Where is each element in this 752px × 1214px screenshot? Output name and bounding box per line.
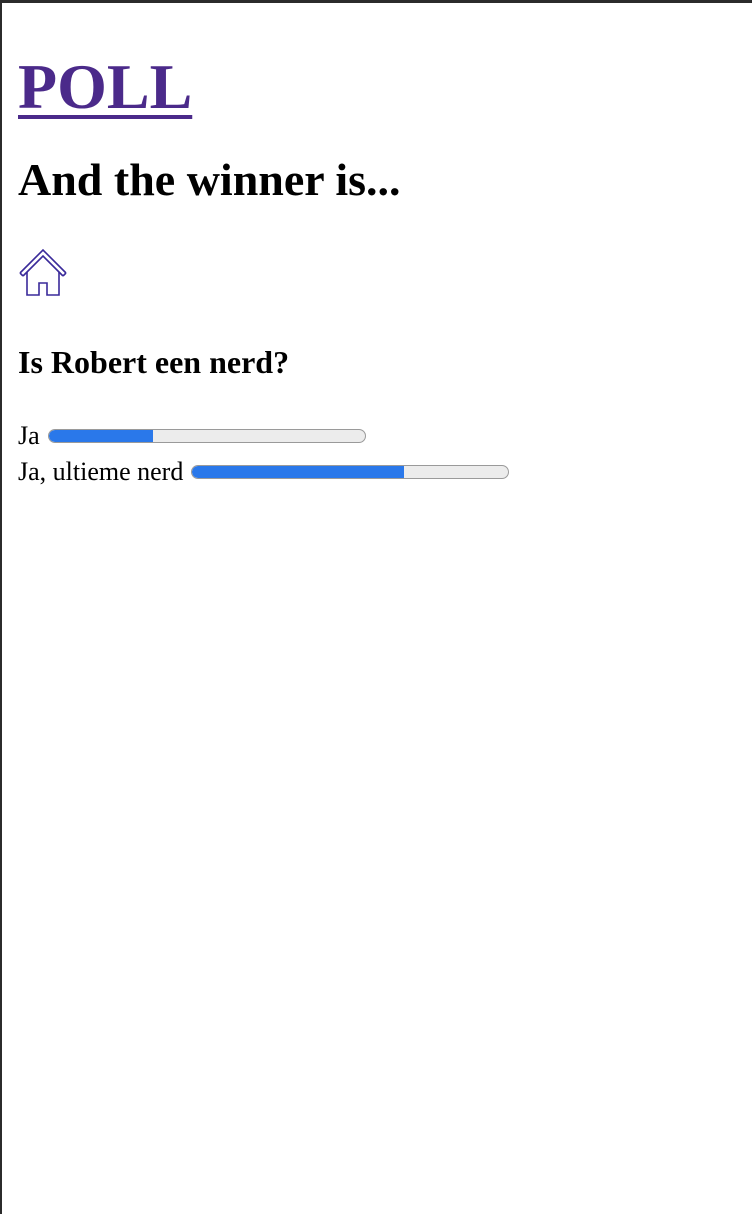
page-headline: And the winner is... xyxy=(18,154,401,205)
result-progress-fill xyxy=(192,466,405,478)
poll-question: Is Robert een nerd? xyxy=(18,344,290,380)
site-title: POLL xyxy=(18,50,752,124)
result-label: Ja xyxy=(18,421,40,450)
result-progress-bar xyxy=(47,429,366,443)
result-row: Ja, ultieme nerd xyxy=(18,454,752,490)
result-progress-fill xyxy=(48,430,153,442)
site-title-link[interactable]: POLL xyxy=(18,51,192,122)
home-icon[interactable] xyxy=(18,247,68,297)
result-label: Ja, ultieme nerd xyxy=(18,457,184,486)
result-progress-bar xyxy=(191,465,510,479)
poll-results: Ja Ja, ultieme nerd xyxy=(18,418,752,490)
page: POLL And the winner is... Is Robert een … xyxy=(2,50,752,490)
result-row: Ja xyxy=(18,418,752,454)
